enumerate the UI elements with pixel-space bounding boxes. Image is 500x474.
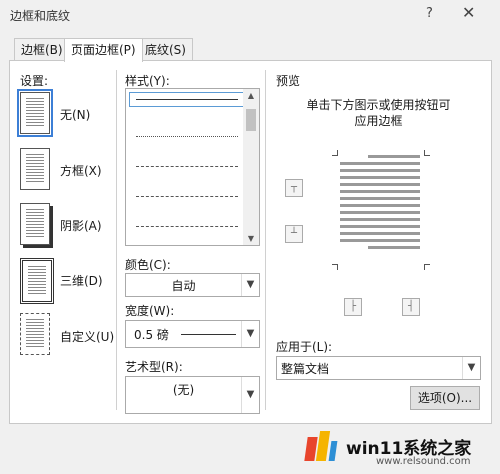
scroll-down-icon[interactable]: ▼ xyxy=(243,234,259,243)
watermark-url: www.relsound.com xyxy=(376,456,471,467)
width-sample-line xyxy=(181,334,236,335)
watermark-logo-icon xyxy=(304,431,338,465)
color-dropdown[interactable]: 自动 ▼ xyxy=(125,273,260,297)
chevron-down-icon[interactable]: ▼ xyxy=(462,357,480,379)
title-bar: 边框和底纹 ? ✕ xyxy=(0,0,500,30)
preview-page xyxy=(340,155,420,265)
watermark: win11系统之家 www.relsound.com xyxy=(290,426,500,474)
apply-dropdown[interactable]: 整篇文档 ▼ xyxy=(276,356,481,380)
color-value: 自动 xyxy=(171,279,196,293)
preview-hint: 单击下方图示或使用按钮可 xyxy=(306,98,451,112)
setting-none-icon[interactable] xyxy=(17,89,53,137)
crop-mark xyxy=(332,150,338,156)
setting-3d-label[interactable]: 三维(D) xyxy=(60,272,103,289)
left-border-button[interactable]: ├ xyxy=(344,298,362,316)
crop-mark xyxy=(424,150,430,156)
art-label: 艺术型(R): xyxy=(125,360,183,374)
chevron-down-icon[interactable]: ▼ xyxy=(241,377,259,413)
scroll-thumb[interactable] xyxy=(246,109,256,131)
setting-box-label[interactable]: 方框(X) xyxy=(60,162,102,179)
setting-custom-icon[interactable] xyxy=(20,313,50,355)
width-dropdown[interactable]: 0.5 磅 ▼ xyxy=(125,320,260,348)
preview-heading: 预览 xyxy=(276,74,301,88)
tab-page-border[interactable]: 页面边框(P) xyxy=(64,38,143,62)
close-icon[interactable]: ✕ xyxy=(462,3,475,22)
setting-box-icon[interactable] xyxy=(20,148,50,190)
top-border-button[interactable]: ┬ xyxy=(285,179,303,197)
setting-3d-icon[interactable] xyxy=(20,258,54,304)
setting-shadow-label[interactable]: 阴影(A) xyxy=(60,217,102,234)
preview-hint: 应用边框 xyxy=(354,114,403,128)
help-icon[interactable]: ? xyxy=(426,6,433,21)
setting-custom-label[interactable]: 自定义(U) xyxy=(60,328,114,345)
art-value: (无) xyxy=(172,383,195,397)
settings-heading: 设置: xyxy=(20,74,49,88)
tab-shading[interactable]: 底纹(S) xyxy=(138,38,193,61)
divider xyxy=(116,70,117,410)
apply-value: 整篇文档 xyxy=(281,362,330,376)
options-button[interactable]: 选项(O)... xyxy=(410,386,480,410)
window-title: 边框和底纹 xyxy=(10,9,71,23)
style-list[interactable]: ▲ ▼ xyxy=(125,88,260,246)
scroll-up-icon[interactable]: ▲ xyxy=(243,91,259,100)
apply-label: 应用于(L): xyxy=(276,340,333,354)
line-style-solid[interactable] xyxy=(129,92,245,107)
divider xyxy=(265,70,266,410)
tab-borders[interactable]: 边框(B) xyxy=(14,38,70,61)
crop-mark xyxy=(424,264,430,270)
bottom-border-button[interactable]: ┴ xyxy=(285,225,303,243)
crop-mark xyxy=(332,264,338,270)
chevron-down-icon[interactable]: ▼ xyxy=(241,274,259,296)
art-dropdown[interactable]: (无) ▼ xyxy=(125,376,260,414)
style-scrollbar[interactable]: ▲ ▼ xyxy=(243,89,259,245)
color-label: 颜色(C): xyxy=(125,258,171,272)
setting-none-label[interactable]: 无(N) xyxy=(60,106,90,123)
line-style-dotted[interactable] xyxy=(136,136,238,137)
chevron-down-icon[interactable]: ▼ xyxy=(241,321,259,347)
line-style-long-dash[interactable] xyxy=(136,196,238,197)
line-style-dash-dot[interactable] xyxy=(136,226,238,227)
setting-shadow-icon[interactable] xyxy=(20,203,50,245)
style-heading: 样式(Y): xyxy=(125,74,170,88)
right-border-button[interactable]: ┤ xyxy=(402,298,420,316)
line-style-dashed[interactable] xyxy=(136,166,238,167)
width-label: 宽度(W): xyxy=(125,304,175,318)
